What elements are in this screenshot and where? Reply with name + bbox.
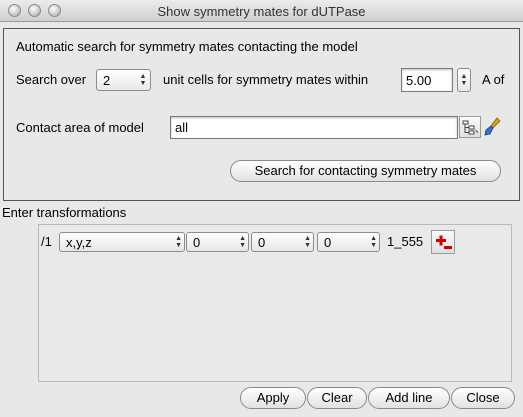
title-bar: Show symmetry mates for dUTPase: [0, 0, 523, 22]
distance-input[interactable]: 5.00: [401, 68, 453, 92]
search-over-label: Search over: [16, 72, 87, 87]
window-title: Show symmetry mates for dUTPase: [157, 4, 366, 19]
contact-area-label: Contact area of model: [16, 120, 144, 135]
shift-b-select[interactable]: 0 ▲ ▼: [251, 232, 314, 252]
shift-c-value: 0: [324, 235, 332, 250]
shift-a-select[interactable]: 0 ▲ ▼: [186, 232, 249, 252]
shift-c-select[interactable]: 0 ▲ ▼: [317, 232, 380, 252]
transformations-list: /1 x,y,z ▲ ▼ 0 ▲ ▼ 0 ▲ ▼ 0 ▲ ▼ 1_555: [38, 224, 512, 382]
spinner-arrows-icon[interactable]: ▲ ▼: [136, 70, 150, 90]
delete-row-button[interactable]: [431, 230, 455, 254]
operator-value: x,y,z: [66, 235, 92, 250]
unit-cells-spinner[interactable]: 2 ▲ ▼: [96, 69, 151, 91]
select-arrows-icon: ▲ ▼: [175, 235, 182, 249]
close-button[interactable]: Close: [451, 387, 515, 409]
select-arrows-icon: ▲ ▼: [239, 235, 246, 249]
distance-stepper[interactable]: ▲ ▼: [457, 68, 471, 92]
stepper-arrows-icon[interactable]: ▲ ▼: [458, 69, 470, 89]
search-heading: Automatic search for symmetry mates cont…: [16, 39, 358, 54]
select-arrows-icon: ▲ ▼: [304, 235, 311, 249]
operator-select[interactable]: x,y,z ▲ ▼: [59, 232, 185, 252]
unit-cells-label: unit cells for symmetry mates within: [163, 72, 369, 87]
selection-browser-button[interactable]: [459, 116, 481, 138]
unit-cells-value: 2: [103, 73, 111, 88]
apply-button[interactable]: Apply: [240, 387, 306, 409]
row-index-label: /1: [41, 234, 52, 249]
clear-selection-button[interactable]: [482, 116, 504, 138]
clear-button[interactable]: Clear: [307, 387, 367, 409]
contact-area-value: all: [175, 120, 189, 135]
distance-value: 5.00: [406, 73, 432, 88]
shift-b-value: 0: [258, 235, 266, 250]
select-arrows-icon: ▲ ▼: [370, 235, 377, 249]
add-line-button[interactable]: Add line: [368, 387, 450, 409]
search-panel: Automatic search for symmetry mates cont…: [3, 28, 520, 201]
symop-code: 1_555: [387, 234, 424, 249]
shift-a-value: 0: [193, 235, 201, 250]
search-contacting-mates-button[interactable]: Search for contacting symmetry mates: [230, 160, 501, 182]
delete-row-icon: [436, 235, 452, 249]
tree-list-icon: [462, 120, 478, 135]
distance-unit-label: A of: [482, 72, 505, 87]
contact-area-input[interactable]: all: [170, 116, 458, 139]
brush-icon: [484, 117, 501, 136]
transformations-label: Enter transformations: [2, 205, 127, 220]
